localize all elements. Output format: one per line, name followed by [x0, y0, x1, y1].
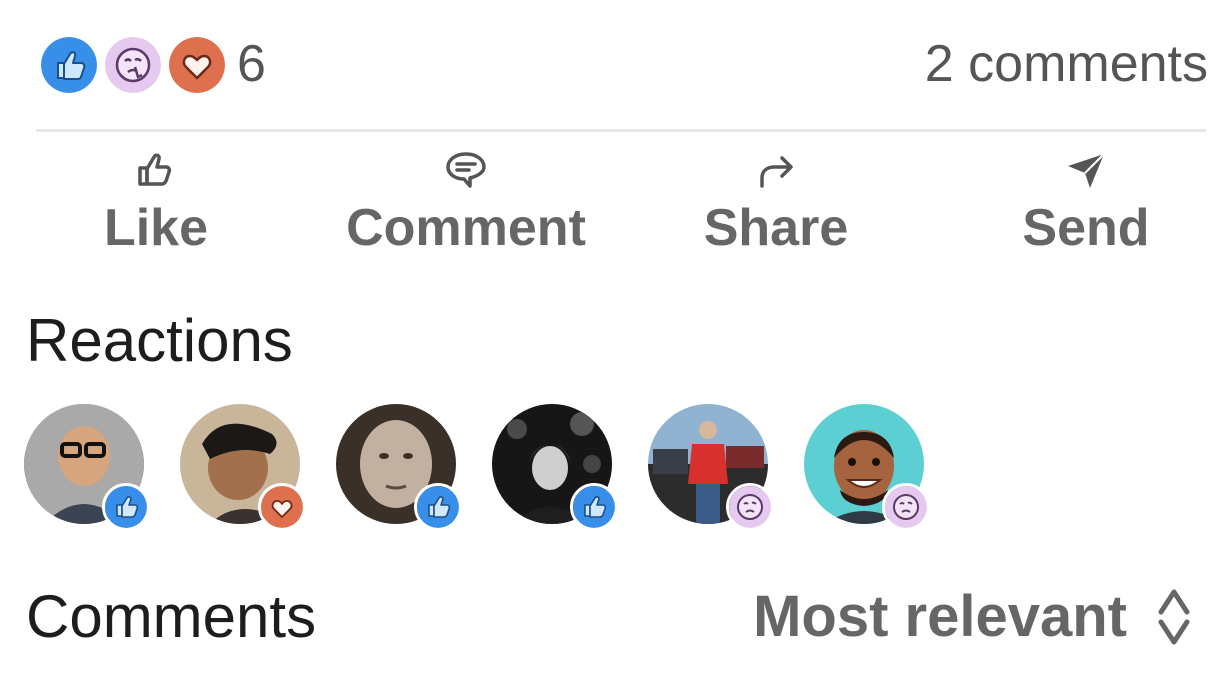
share-arrow-icon [760, 156, 793, 188]
like-badge-icon [414, 483, 462, 531]
social-counts-bar: 6 2 comments [38, 34, 1208, 96]
reactor-avatar-item[interactable] [648, 404, 778, 534]
sort-label: Most relevant [753, 584, 1127, 649]
share-label: Share [703, 199, 849, 257]
love-icon [166, 34, 228, 96]
reactor-avatar-item[interactable] [180, 404, 310, 534]
reactor-avatar-item[interactable] [336, 404, 466, 534]
comment-bubble-icon [446, 152, 486, 188]
insightful-badge-icon [882, 483, 930, 531]
reaction-count[interactable]: 6 [237, 34, 266, 94]
reactor-avatar-item[interactable] [804, 404, 934, 534]
like-label: Like [103, 199, 209, 257]
reactor-avatar-list [24, 404, 964, 534]
paper-plane-icon [1068, 153, 1105, 188]
sort-chevrons-icon [1158, 589, 1190, 645]
post-social-panel: 6 2 comments Like Comment Share Send Rea… [0, 0, 1227, 685]
insightful-icon [102, 34, 164, 96]
like-badge-icon [102, 483, 150, 531]
reactor-avatar-item[interactable] [24, 404, 154, 534]
comments-heading: Comments [26, 583, 317, 650]
comments-count-link[interactable]: 2 comments [925, 34, 1208, 94]
like-button[interactable]: Like [26, 140, 286, 260]
like-badge-icon [570, 483, 618, 531]
insightful-badge-icon [726, 483, 774, 531]
send-button[interactable]: Send [956, 140, 1216, 260]
send-label: Send [1022, 199, 1150, 257]
comment-label: Comment [346, 199, 586, 257]
share-button[interactable]: Share [646, 140, 906, 260]
comment-button[interactable]: Comment [336, 140, 596, 260]
divider [36, 129, 1206, 132]
comments-sort-dropdown[interactable]: Most relevant [753, 582, 1191, 652]
like-icon [38, 34, 100, 96]
post-action-bar: Like Comment Share Send [0, 140, 1227, 260]
thumbs-up-icon [138, 153, 172, 186]
reactor-avatar-item[interactable] [492, 404, 622, 534]
love-badge-icon [258, 483, 306, 531]
reactions-heading: Reactions [26, 307, 293, 374]
